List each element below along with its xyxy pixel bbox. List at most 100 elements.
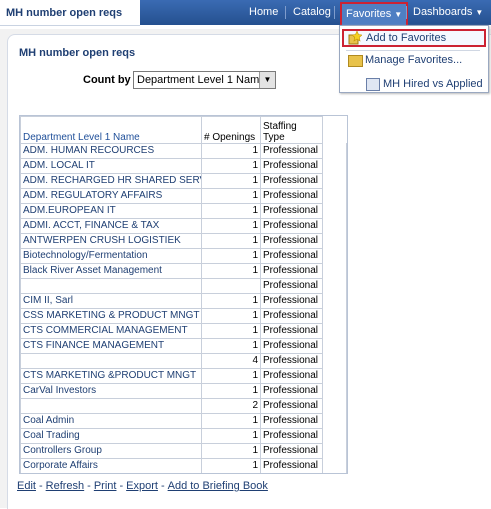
staffing-type-cell: Professional [260,263,323,279]
table-row: CSS MARKETING & PRODUCT MNGT 1 Professiona… [20,308,323,324]
openings-cell: 1 [201,308,261,324]
column-header-openings: # Openings [201,116,261,144]
link-separator: - [119,480,124,492]
openings-cell: 1 [201,158,261,174]
department-cell [20,398,202,414]
add-to-briefing-book-link[interactable]: Add to Briefing Book [168,480,268,492]
department-cell[interactable]: ADM.EUROPEAN IT [20,203,202,219]
table-row: CTS COMMERCIAL MANAGEMENT 1 Professional [20,323,323,339]
department-cell[interactable]: CTS FINANCE MANAGEMENT [20,338,202,354]
favorite-item-label: MH Hired vs Applied [383,78,483,90]
scroll-up-icon[interactable]: ▲ [347,143,348,160]
vertical-scrollbar[interactable]: ▲ [346,143,348,473]
staffing-type-cell: Professional [260,188,323,204]
openings-cell: 4 [201,353,261,369]
table-row: Coal Admin 1 Professional [20,413,323,429]
table-row: ANTWERPEN CRUSH LOGISTIEK 1 Professional [20,233,323,249]
openings-cell: 1 [201,383,261,399]
table-row: ADMI. ACCT, FINANCE & TAX 1 Professional [20,218,323,234]
table-row: CTS FINANCE MANAGEMENT 1 Professional [20,338,323,354]
report-icon [366,78,380,91]
department-cell[interactable]: ADM. RECHARGED HR SHARED SERVI [20,173,202,189]
department-cell[interactable]: ADM. LOCAL IT [20,158,202,174]
table-row: Coal Trading 1 Professional [20,428,323,444]
table-row: ADM. LOCAL IT 1 Professional [20,158,323,174]
export-link[interactable]: Export [126,480,158,492]
nav-divider [285,6,286,19]
staffing-type-cell: Professional [260,443,323,459]
favorites-dropdown: Add to Favorites Manage Favorites... MH … [339,25,489,93]
openings-cell: 1 [201,368,261,384]
department-cell[interactable]: Coal Admin [20,413,202,429]
table-row: Professional [20,278,323,294]
nav-divider [334,6,335,19]
staffing-type-cell: Professional [260,278,323,294]
staffing-type-cell: Professional [260,458,323,473]
refresh-link[interactable]: Refresh [46,480,85,492]
edit-link[interactable]: Edit [17,480,36,492]
table-row: CIM II, Sarl 1 Professional [20,293,323,309]
staffing-type-cell: Professional [260,173,323,189]
link-separator: - [87,480,91,492]
table-row: CarVal Investors 1 Professional [20,383,323,399]
department-cell[interactable]: ADM. HUMAN RECOURCES [20,143,202,159]
openings-cell: 1 [201,443,261,459]
department-cell[interactable]: ANTWERPEN CRUSH LOGISTIEK [20,233,202,249]
openings-cell: 1 [201,263,261,279]
staffing-type-cell: Professional [260,233,323,249]
nav-divider [406,6,407,19]
openings-cell: 1 [201,173,261,189]
print-link[interactable]: Print [94,480,117,492]
openings-cell: 1 [201,233,261,249]
menu-divider [346,50,480,51]
department-cell[interactable]: Coal Trading [20,428,202,444]
count-by-value: Department Level 1 Name [137,74,266,86]
nav-catalog-link[interactable]: Catalog [293,0,331,25]
nav-favorites-menu[interactable]: Favorites ▼ [340,2,409,27]
department-cell[interactable]: CTS MARKETING &PRODUCT MNGT [20,368,202,384]
department-cell[interactable]: ADMI. ACCT, FINANCE & TAX [20,218,202,234]
dropdown-arrow-icon[interactable]: ▼ [259,72,275,88]
app-title: MH number open reqs [6,7,123,19]
report-title: MH number open reqs [19,47,136,59]
staffing-type-cell: Professional [260,368,323,384]
count-by-label: Count by [83,74,131,86]
add-to-favorites-item[interactable]: Add to Favorites [342,29,486,47]
department-cell[interactable]: CSS MARKETING & PRODUCT MNGT [20,308,202,324]
column-header-department[interactable]: Department Level 1 Name [20,116,202,144]
openings-cell [201,278,261,294]
staffing-type-cell: Professional [260,218,323,234]
staffing-type-cell: Professional [260,428,323,444]
department-cell[interactable]: Controllers Group [20,443,202,459]
chevron-down-icon: ▼ [394,10,403,19]
openings-cell: 1 [201,458,261,473]
department-cell[interactable]: Biotechnology/Fermentation [20,248,202,264]
department-cell[interactable]: CIM II, Sarl [20,293,202,309]
staffing-type-cell: Professional [260,353,323,369]
nav-dashboards-menu[interactable]: Dashboards ▼ [413,0,483,25]
staffing-type-cell: Professional [260,338,323,354]
department-cell[interactable]: CarVal Investors [20,383,202,399]
openings-cell: 1 [201,293,261,309]
manage-favorites-label: Manage Favorites... [365,54,463,66]
nav-favorites-label: Favorites [346,8,392,20]
staffing-type-cell: Professional [260,203,323,219]
table-row: Controllers Group 1 Professional [20,443,323,459]
department-cell[interactable]: Corporate Affairs [20,458,202,473]
table-row: Black River Asset Management 1 Professiona… [20,263,323,279]
department-cell[interactable]: ADM. REGULATORY AFFAIRS [20,188,202,204]
report-table-container: Department Level 1 Name # Openings Staff… [19,115,348,474]
department-cell[interactable]: CTS COMMERCIAL MANAGEMENT [20,323,202,339]
staffing-type-cell: Professional [260,248,323,264]
openings-cell: 1 [201,413,261,429]
table-row: ADM. RECHARGED HR SHARED SERVI 1 Professio… [20,173,323,189]
report-links: Edit - Refresh - Print - Export - Add to Briefin… [17,480,268,492]
openings-cell: 1 [201,218,261,234]
staffing-type-cell: Professional [260,383,323,399]
department-cell[interactable]: Black River Asset Management [20,263,202,279]
add-favorite-star-icon [348,31,362,45]
nav-home-link[interactable]: Home [249,0,278,25]
link-separator: - [160,480,165,492]
table-body: ADM. HUMAN RECOURCES 1 Professional ADM. LO… [20,143,323,473]
count-by-select[interactable]: Department Level 1 Name ▼ [133,71,276,89]
